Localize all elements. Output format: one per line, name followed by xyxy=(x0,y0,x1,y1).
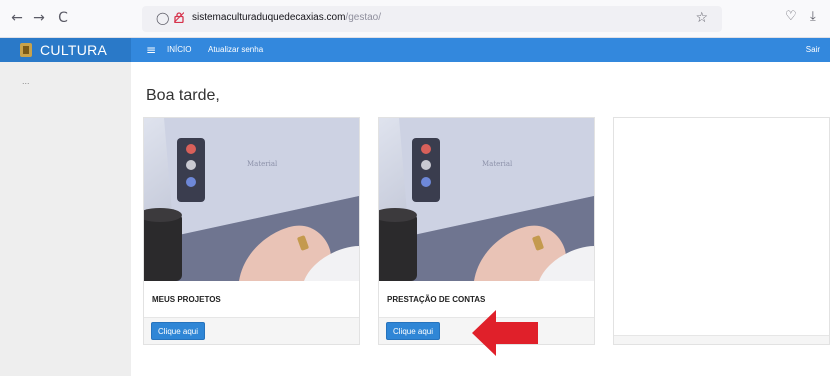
theater-icon xyxy=(20,43,32,57)
card-title: PRESTAÇÃO DE CONTAS xyxy=(387,295,486,304)
svg-text:Material: Material xyxy=(247,160,278,168)
sidebar: ... xyxy=(0,62,131,376)
back-button[interactable]: ← xyxy=(8,9,26,27)
brand[interactable]: CULTURA xyxy=(0,38,131,62)
card-empty xyxy=(613,117,830,345)
clique-aqui-button[interactable]: Clique aqui xyxy=(151,322,206,340)
reload-button[interactable]: C xyxy=(54,9,72,27)
card-meus-projetos: Material MEUS PROJETOS Clique aqui xyxy=(143,117,360,345)
card-image-laptop: Material xyxy=(144,118,359,281)
browser-toolbar: ← → C ◯ sistemaculturaduquedecaxias.com/… xyxy=(0,0,830,38)
bookmark-star-icon[interactable]: ☆ xyxy=(695,10,708,26)
url-text[interactable]: sistemaculturaduquedecaxias.com/gestao/ xyxy=(192,12,381,23)
url-domain: sistemaculturaduquedecaxias.com xyxy=(192,12,346,23)
address-bar[interactable]: ◯ sistemaculturaduquedecaxias.com/gestao… xyxy=(142,6,722,32)
card-image-laptop: Material xyxy=(379,118,594,281)
shield-icon[interactable]: ◯ xyxy=(156,11,169,25)
red-arrow-annotation xyxy=(472,310,538,356)
sidebar-placeholder: ... xyxy=(22,76,30,86)
nav-link-atualizar-senha[interactable]: Atualizar senha xyxy=(208,45,263,54)
download-icon[interactable]: ⤓ xyxy=(810,9,816,24)
insecure-lock-icon[interactable] xyxy=(174,12,184,23)
forward-button[interactable]: → xyxy=(30,9,48,27)
page: ← → C ◯ sistemaculturaduquedecaxias.com/… xyxy=(0,0,830,376)
brand-title: CULTURA xyxy=(40,42,108,58)
hamburger-menu-icon[interactable]: ≡ xyxy=(146,43,156,57)
card-footer xyxy=(614,335,829,344)
pocket-icon[interactable]: ♡ xyxy=(785,9,797,24)
url-path: /gestao/ xyxy=(345,12,382,23)
card-footer: Clique aqui xyxy=(144,317,359,344)
greeting: Boa tarde, xyxy=(146,87,220,104)
logout-link[interactable]: Sair xyxy=(806,45,820,54)
svg-text:Material: Material xyxy=(482,160,513,168)
nav-link-inicio[interactable]: INÍCIO xyxy=(167,45,191,54)
card-title: MEUS PROJETOS xyxy=(152,295,221,304)
app-navbar: CULTURA ≡ INÍCIO Atualizar senha Sair xyxy=(0,38,830,62)
clique-aqui-button[interactable]: Clique aqui xyxy=(386,322,441,340)
